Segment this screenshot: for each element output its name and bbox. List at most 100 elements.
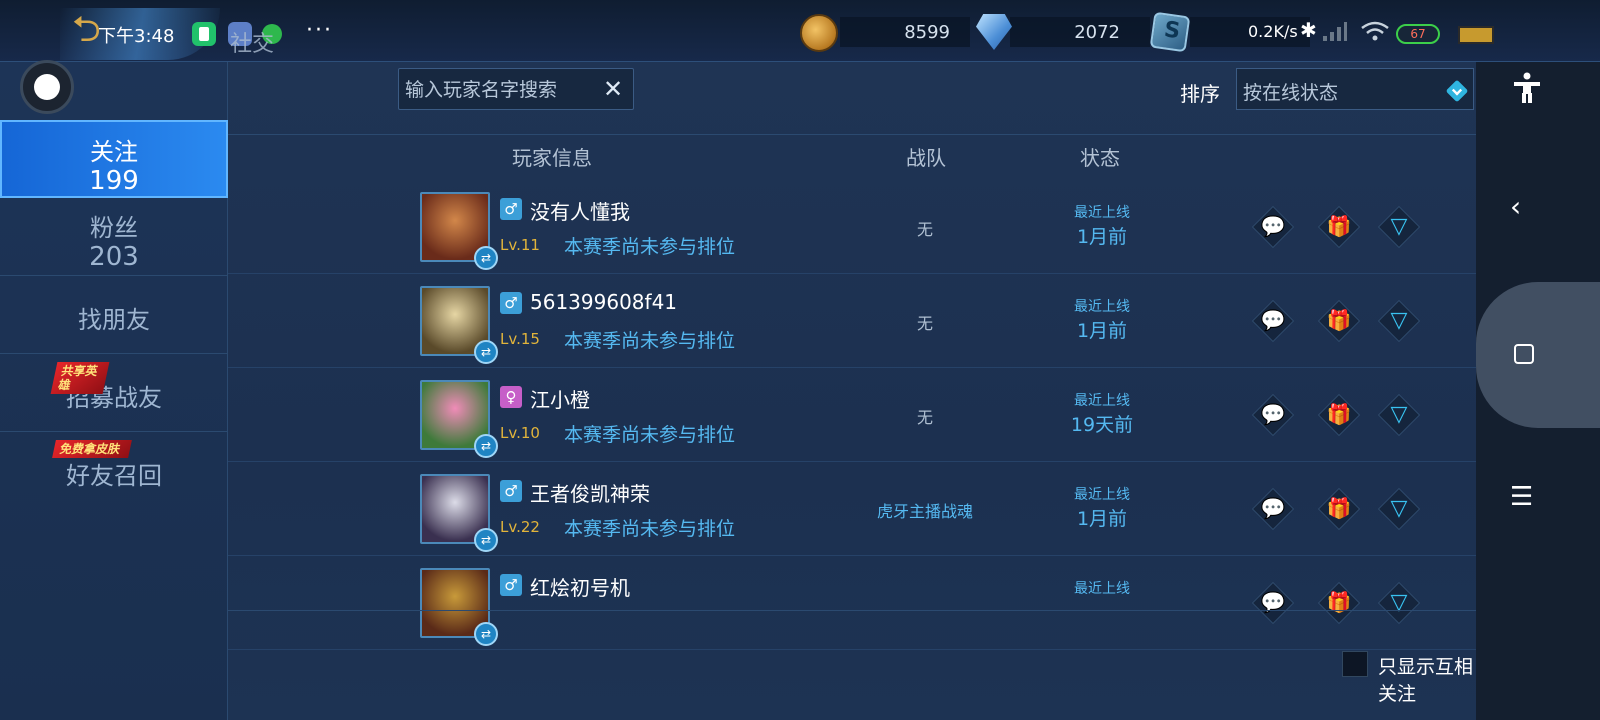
swap-icon: ⇄ [474, 622, 498, 646]
send-gift-button[interactable]: 🎁 [1317, 299, 1361, 343]
sidebar-item-recall[interactable]: 免费拿皮肤 好友召回 [0, 432, 228, 510]
network-speed: 0.2K/s [1248, 22, 1298, 41]
player-avatar[interactable]: ⇄ [420, 192, 498, 270]
player-rank-status: 本赛季尚未参与排位 [564, 236, 736, 258]
player-name: 红烩初号机 [530, 576, 630, 600]
chevron-down-icon [1445, 79, 1469, 103]
gift-icon: 🎁 [1326, 496, 1352, 520]
table-row[interactable]: ⇄ ♀ 江小橙 Lv.10 本赛季尚未参与排位 无 最近上线 19天前 💬 🎁 … [228, 368, 1476, 462]
last-online-time: 1月前 [1076, 320, 1128, 342]
sidebar-item-label: 粉丝 [90, 214, 138, 242]
column-header-status: 状态 [1080, 146, 1120, 170]
sidebar-item-find-friends[interactable]: 找朋友 [0, 276, 228, 354]
chat-button[interactable]: 💬 [1251, 393, 1295, 437]
shared-hero-badge: 共享英雄 [50, 362, 110, 394]
gift-icon: 🎁 [1326, 214, 1352, 238]
player-rank-status: 本赛季尚未参与排位 [564, 518, 736, 540]
column-header-player: 玩家信息 [512, 146, 592, 170]
more-actions-button[interactable]: ▽ [1377, 205, 1421, 249]
mutual-follow-checkbox[interactable] [1342, 651, 1368, 677]
column-header-team: 战队 [906, 146, 946, 170]
sort-dropdown[interactable]: 按在线状态 [1236, 68, 1474, 110]
security-app-icon [192, 22, 216, 46]
sidebar-item-fans[interactable]: 粉丝 203 [0, 198, 228, 276]
more-actions-button[interactable]: ▽ [1377, 299, 1421, 343]
sidebar-item-following[interactable]: 关注 199 [0, 120, 228, 198]
online-status-label: 最近上线 [1074, 487, 1130, 503]
player-team: 无 [916, 220, 933, 239]
send-gift-button[interactable]: 🎁 [1317, 393, 1361, 437]
chat-bubble-icon: 💬 [1260, 402, 1286, 426]
sidebar-item-label: 关注 [90, 138, 138, 166]
online-status-label: 最近上线 [1074, 581, 1130, 597]
top-status-bar: ⮌ 下午3:48 社交 ··· 8599 2072 0.2K/s ✱ 67 [0, 0, 1600, 62]
player-avatar[interactable]: ⇄ [420, 474, 498, 552]
recharge-icon[interactable] [1458, 26, 1494, 44]
player-level: Lv.11 [500, 236, 540, 254]
floating-nav-pill [1476, 282, 1600, 428]
chevron-down-icon: ▽ [1390, 308, 1408, 333]
table-row[interactable]: ⇄ ♂ 561399608f41 Lv.15 本赛季尚未参与排位 无 最近上线 … [228, 274, 1476, 368]
player-avatar[interactable]: ⇄ [420, 568, 498, 646]
floating-assistant-button[interactable] [20, 60, 74, 114]
player-list[interactable]: ⇄ ♂ 没有人懂我 Lv.11 本赛季尚未参与排位 无 最近上线 1月前 💬 🎁… [228, 180, 1476, 660]
chat-button[interactable]: 💬 [1251, 581, 1295, 625]
player-team: 虎牙主播战魂 [876, 502, 973, 521]
male-icon: ♂ [500, 198, 522, 220]
sort-label: 排序 [1180, 82, 1220, 106]
chat-bubble-icon: 💬 [1260, 308, 1286, 332]
player-avatar[interactable]: ⇄ [420, 380, 498, 458]
female-icon: ♀ [500, 386, 522, 408]
send-gift-button[interactable]: 🎁 [1317, 205, 1361, 249]
more-actions-button[interactable]: ▽ [1377, 487, 1421, 531]
chevron-down-icon: ▽ [1390, 590, 1408, 615]
system-menu-icon[interactable]: ☰ [1510, 482, 1533, 512]
player-level: Lv.15 [500, 330, 540, 348]
sidebar-item-count: 199 [89, 166, 139, 196]
table-row[interactable]: ⇄ ♂ 红烩初号机 最近上线 💬 🎁 ▽ [228, 556, 1476, 650]
more-actions-button[interactable]: ▽ [1377, 581, 1421, 625]
battery-indicator: 67 [1396, 24, 1440, 44]
swap-icon: ⇄ [474, 246, 498, 270]
sidebar-item-recruit[interactable]: 共享英雄 招募战友 [0, 354, 228, 432]
online-status-label: 最近上线 [1074, 299, 1130, 315]
divider [228, 610, 1476, 611]
accessibility-icon[interactable] [1512, 72, 1542, 104]
more-actions-button[interactable]: ▽ [1377, 393, 1421, 437]
sidebar-item-label: 找朋友 [78, 306, 150, 334]
wifi-icon [1361, 21, 1389, 41]
sidebar-item-label: 招募战友 [66, 384, 162, 412]
system-home-icon[interactable] [1514, 344, 1534, 364]
player-rank-status: 本赛季尚未参与排位 [564, 424, 736, 446]
male-icon: ♂ [500, 480, 522, 502]
last-online-time: 19天前 [1070, 414, 1134, 436]
chat-button[interactable]: 💬 [1251, 205, 1295, 249]
search-box: ✕ [398, 68, 634, 110]
points-s-icon[interactable] [1149, 11, 1191, 53]
mutual-follow-label[interactable]: 只显示互相关注 [1378, 652, 1476, 706]
send-gift-button[interactable]: 🎁 [1317, 487, 1361, 531]
gift-icon: 🎁 [1326, 402, 1352, 426]
chevron-down-icon: ▽ [1390, 402, 1408, 427]
chat-button[interactable]: 💬 [1251, 299, 1295, 343]
divider [228, 134, 1476, 135]
last-online-time: 1月前 [1076, 508, 1128, 530]
free-skin-badge: 免费拿皮肤 [52, 440, 132, 458]
close-icon[interactable]: ✕ [603, 75, 623, 103]
system-back-icon[interactable]: ‹ [1510, 190, 1521, 223]
send-gift-button[interactable]: 🎁 [1317, 581, 1361, 625]
player-team: 无 [916, 408, 933, 427]
search-input[interactable] [405, 77, 595, 103]
table-row[interactable]: ⇄ ♂ 王者俊凯神荣 Lv.22 本赛季尚未参与排位 虎牙主播战魂 最近上线 1… [228, 462, 1476, 556]
player-level: Lv.10 [500, 424, 540, 442]
player-rank-status: 本赛季尚未参与排位 [564, 330, 736, 352]
cell-signal-icon [1323, 22, 1347, 41]
player-avatar[interactable]: ⇄ [420, 286, 498, 364]
chat-button[interactable]: 💬 [1251, 487, 1295, 531]
sort-selected-value: 按在线状态 [1243, 82, 1339, 104]
online-status-label: 最近上线 [1074, 205, 1130, 221]
table-row[interactable]: ⇄ ♂ 没有人懂我 Lv.11 本赛季尚未参与排位 无 最近上线 1月前 💬 🎁… [228, 180, 1476, 274]
diamond-amount: 2072 [1074, 22, 1120, 43]
male-icon: ♂ [500, 574, 522, 596]
back-arrow-icon[interactable]: ⮌ [72, 12, 101, 48]
